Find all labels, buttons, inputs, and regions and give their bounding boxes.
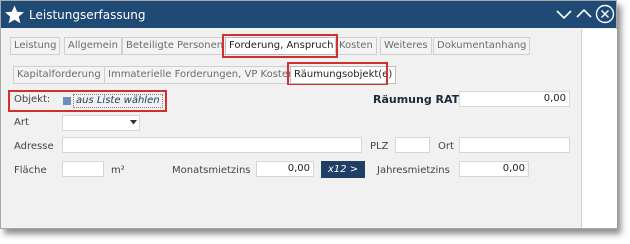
raeumung-ratg-label: Räumung RATG [373, 93, 469, 106]
chevron-down-icon[interactable] [554, 4, 574, 24]
tab-dokumentanhang[interactable]: Dokumentanhang [433, 37, 531, 55]
tab-weiteres[interactable]: Weiteres [380, 37, 432, 55]
plz-label: PLZ [370, 141, 389, 152]
tab-allgemein[interactable]: Allgemein [64, 37, 122, 55]
flaeche-unit: m² [111, 165, 125, 176]
highlight-frame-raeumungsobjekte [287, 62, 388, 86]
art-select[interactable] [62, 115, 140, 131]
jahresmietzins-field[interactable]: 0,00 [459, 161, 529, 177]
flaeche-label: Fläche [14, 165, 47, 176]
flaeche-field[interactable] [62, 161, 104, 177]
x12-calculate-button[interactable]: x12 > [321, 161, 365, 178]
tab-beteiligte-personen[interactable]: Beteiligte Personen [122, 37, 228, 55]
tab-kapitalforderung[interactable]: Kapitalforderung [13, 66, 105, 84]
jahresmietzins-label: Jahresmietzins [377, 165, 450, 176]
title-bar: Leistungserfassung [1, 1, 616, 28]
highlight-frame-objekt [8, 90, 167, 112]
caret-down-icon[interactable] [130, 119, 137, 126]
highlight-frame-forderung [222, 34, 338, 58]
monatsmietzins-label: Monatsmietzins [172, 165, 251, 176]
ort-label: Ort [438, 141, 454, 152]
tab-leistung[interactable]: Leistung [10, 37, 61, 55]
monatsmietzins-field[interactable]: 0,00 [256, 161, 314, 177]
chevron-up-icon[interactable] [574, 4, 594, 24]
plz-field[interactable] [395, 137, 430, 153]
star-icon [4, 4, 25, 25]
close-icon[interactable] [595, 4, 615, 24]
adresse-field[interactable] [62, 137, 362, 153]
tab-immaterielle-forderungen[interactable]: Immaterielle Forderungen, VP Kosten [104, 66, 299, 84]
art-label: Art [14, 117, 29, 128]
side-panel [581, 29, 617, 228]
leistungserfassung-window: Leistungserfassung Leistung Allgemein Be… [0, 0, 617, 229]
ort-field[interactable] [459, 137, 570, 153]
tab-kosten[interactable]: Kosten [335, 37, 377, 55]
window-title: Leistungserfassung [29, 8, 146, 22]
raeumung-ratg-field[interactable]: 0,00 [459, 91, 570, 107]
adresse-label: Adresse [14, 141, 54, 152]
